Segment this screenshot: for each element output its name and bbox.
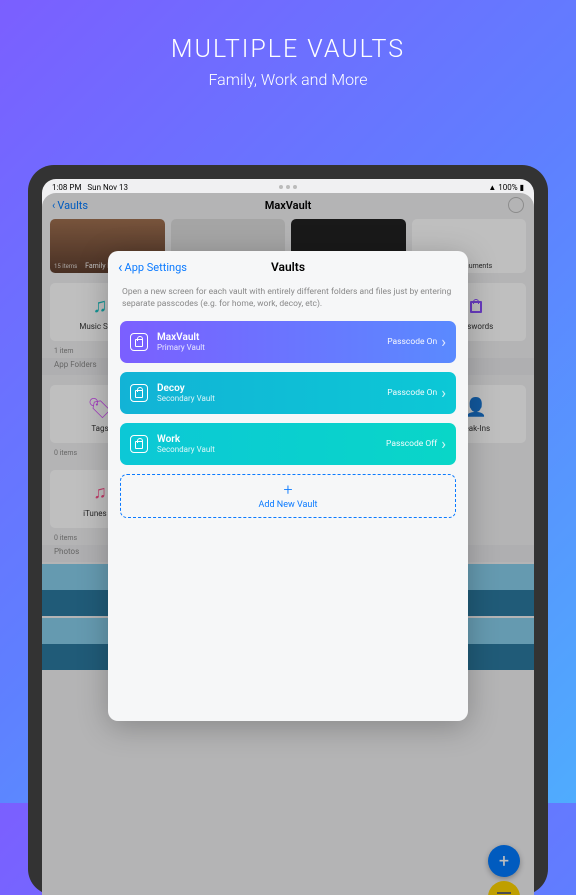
vault-card[interactable]: Work Secondary Vault Passcode Off › — [120, 423, 456, 465]
wifi-icon: ▲ — [488, 183, 496, 192]
status-bar: 1:08 PM Sun Nov 13 ▲ 100% ▮ — [42, 179, 534, 193]
add-new-vault-button[interactable]: + Add New Vault — [120, 474, 456, 518]
modal-back-label: App Settings — [125, 261, 187, 274]
status-time: 1:08 PM — [52, 183, 81, 192]
chevron-right-icon: › — [441, 383, 446, 402]
vault-passcode-status: Passcode Off — [386, 439, 437, 449]
vault-lock-icon — [130, 333, 148, 351]
modal-title: Vaults — [271, 260, 305, 274]
vault-name: Decoy — [157, 383, 387, 394]
battery-percent: 100% — [498, 183, 517, 192]
vaults-modal: ‹ App Settings Vaults Open a new screen … — [108, 251, 468, 721]
status-date: Sun Nov 13 — [87, 183, 128, 192]
ipad-device-frame: 1:08 PM Sun Nov 13 ▲ 100% ▮ ‹ Vaults Max… — [28, 165, 548, 895]
vault-subtitle: Secondary Vault — [157, 394, 387, 403]
plus-icon: + — [283, 482, 292, 498]
modal-description: Open a new screen for each vault with en… — [108, 283, 468, 321]
vault-subtitle: Primary Vault — [157, 343, 387, 352]
chevron-right-icon: › — [441, 434, 446, 453]
device-screen: 1:08 PM Sun Nov 13 ▲ 100% ▮ ‹ Vaults Max… — [42, 179, 534, 895]
marketing-subtitle: Family, Work and More — [0, 70, 576, 89]
chevron-left-icon: ‹ — [118, 258, 123, 276]
chevron-right-icon: › — [441, 332, 446, 351]
marketing-title: MULTIPLE VAULTS — [0, 35, 576, 64]
vault-name: Work — [157, 434, 386, 445]
vault-list: MaxVault Primary Vault Passcode On › Dec… — [108, 321, 468, 518]
vault-name: MaxVault — [157, 332, 387, 343]
vault-card[interactable]: Decoy Secondary Vault Passcode On › — [120, 372, 456, 414]
battery-icon: ▮ — [520, 183, 524, 192]
vault-lock-icon — [130, 435, 148, 453]
modal-back-button[interactable]: ‹ App Settings — [118, 258, 187, 276]
vault-card[interactable]: MaxVault Primary Vault Passcode On › — [120, 321, 456, 363]
vault-lock-icon — [130, 384, 148, 402]
vault-subtitle: Secondary Vault — [157, 445, 386, 454]
add-vault-label: Add New Vault — [259, 500, 318, 510]
modal-header: ‹ App Settings Vaults — [108, 251, 468, 283]
vault-passcode-status: Passcode On — [387, 388, 437, 398]
vault-passcode-status: Passcode On — [387, 337, 437, 347]
multitask-dots — [279, 185, 297, 189]
